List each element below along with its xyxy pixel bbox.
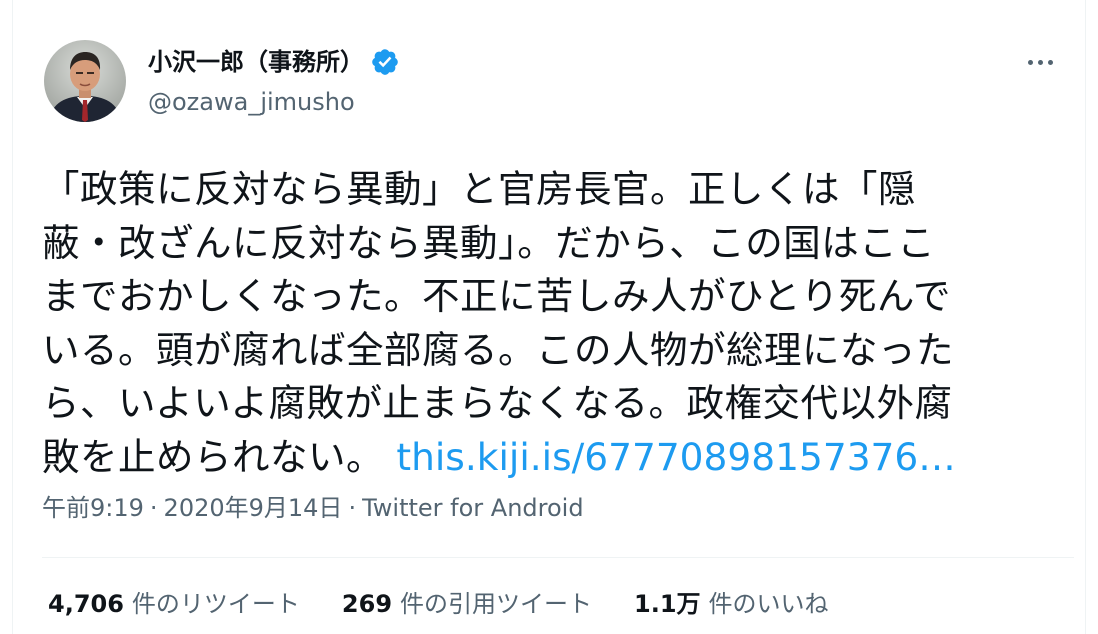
likes-stat[interactable]: 1.1万 件のいいね: [634, 588, 829, 620]
display-name-text: 小沢一郎（事務所）: [148, 48, 364, 76]
verified-badge-icon: [372, 49, 398, 75]
quotes-label: 件の引用ツイート: [400, 590, 593, 618]
tweet-date[interactable]: 2020年9月14日: [164, 492, 343, 524]
likes-label: 件のいいね: [708, 590, 829, 618]
tweet-link[interactable]: this.kiji.is/67770898157376…: [396, 435, 955, 479]
tweet-text: 「政策に反対なら異動」と官房長官。正しくは「隠 蔽・改ざんに反対なら異動」。だか…: [42, 163, 1052, 484]
user-handle[interactable]: @ozawa_jimusho: [148, 86, 355, 118]
quotes-stat[interactable]: 269 件の引用ツイート: [342, 588, 592, 620]
tweet-detail: 小沢一郎（事務所） @ozawa_jimusho 「政策に反対なら異動」と官房長…: [0, 0, 1098, 634]
avatar[interactable]: [44, 40, 126, 122]
divider: [42, 557, 1074, 558]
quotes-count: 269: [341, 590, 393, 618]
tweet-source[interactable]: Twitter for Android: [362, 492, 583, 524]
meta-separator: ·: [348, 494, 357, 522]
tweet-time[interactable]: 午前9:19: [42, 492, 144, 524]
right-border: [1085, 0, 1086, 634]
retweets-count: 4,706: [48, 590, 124, 618]
tweet-body: 「政策に反対なら異動」と官房長官。正しくは「隠 蔽・改ざんに反対なら異動」。だか…: [42, 167, 954, 479]
avatar-image: [44, 40, 126, 122]
meta-separator: ·: [149, 494, 158, 522]
retweets-label: 件のリツイート: [131, 590, 300, 618]
likes-count: 1.1万: [634, 590, 701, 618]
display-name[interactable]: 小沢一郎（事務所）: [148, 46, 400, 78]
left-border: [12, 0, 13, 634]
engagement-stats: 4,706 件のリツイート 269 件の引用ツイート 1.1万 件のいいね: [48, 588, 829, 620]
retweets-stat[interactable]: 4,706 件のリツイート: [48, 588, 300, 620]
more-options-icon[interactable]: [1020, 48, 1060, 76]
tweet-meta: 午前9:19 · 2020年9月14日 · Twitter for Androi…: [42, 492, 584, 524]
